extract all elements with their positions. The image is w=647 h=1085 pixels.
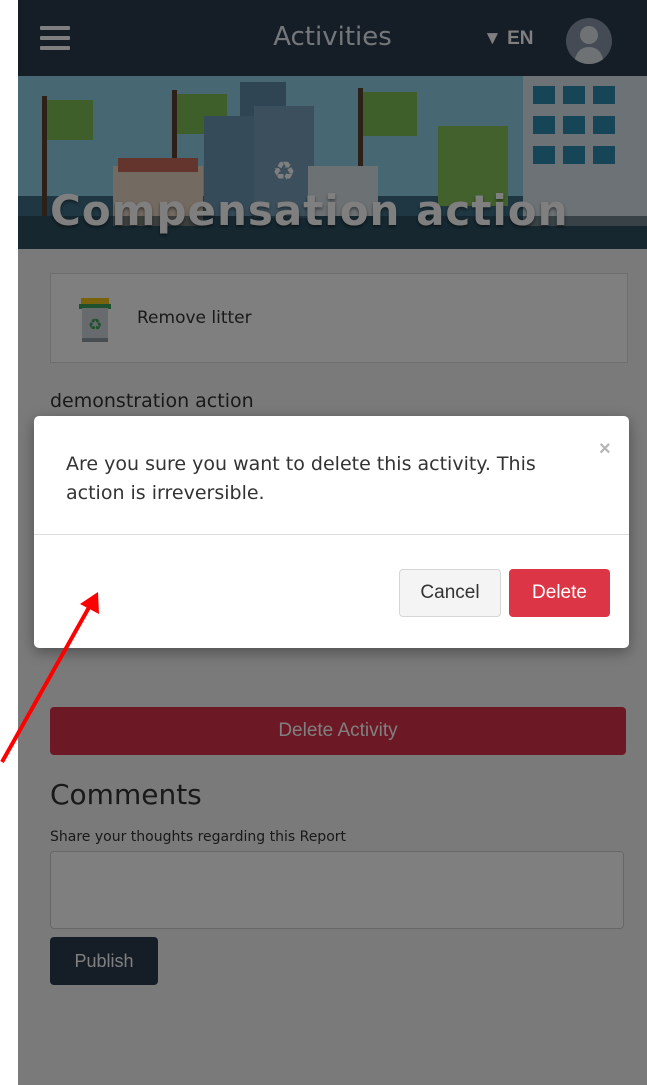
delete-confirmation-modal: Are you sure you want to delete this act… bbox=[34, 416, 629, 648]
close-icon[interactable]: × bbox=[599, 438, 611, 461]
confirm-delete-button[interactable]: Delete bbox=[509, 569, 610, 617]
annotation-arrow bbox=[0, 592, 99, 763]
modal-message: Are you sure you want to delete this act… bbox=[66, 453, 536, 504]
app-viewport: Activities ▼ EN ♻ bbox=[18, 0, 647, 1085]
cancel-button[interactable]: Cancel bbox=[399, 569, 501, 617]
modal-divider bbox=[34, 534, 629, 535]
